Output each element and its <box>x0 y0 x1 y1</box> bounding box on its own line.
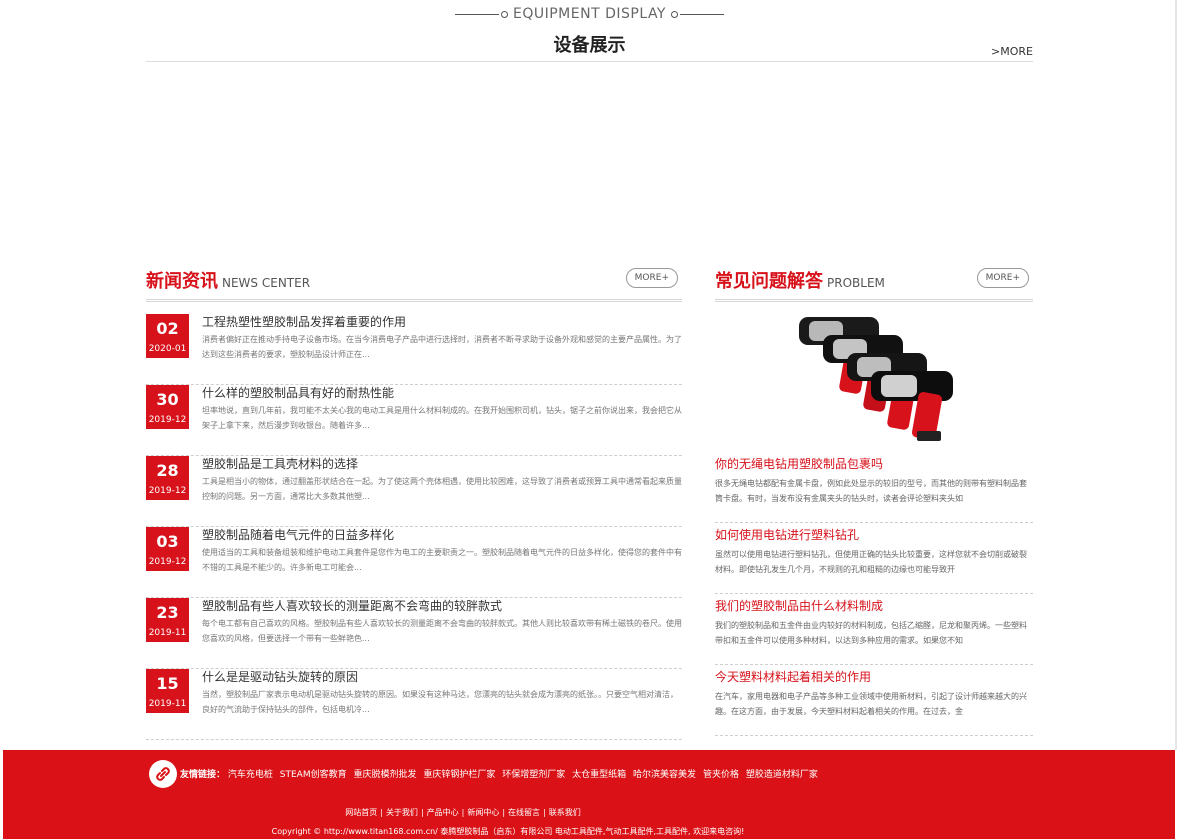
news-date-day: 30 <box>156 390 179 409</box>
news-item-title[interactable]: 什么是是驱动钻头旋转的原因 <box>202 668 358 685</box>
friend-link[interactable]: 重庆脱模剂批发 <box>353 770 416 780</box>
news-section-header: 新闻资讯 NEWS CENTER MORE+ <box>146 267 682 302</box>
friend-link[interactable]: STEAM创客教育 <box>280 770 347 780</box>
news-item[interactable]: 23 2019-11 塑胶制品有些人喜欢较长的测量距离不会弯曲的较胖款式 每个电… <box>146 598 682 669</box>
problem-item[interactable]: 如何使用电钻进行塑料钻孔 虽然可以使用电钻进行塑料钻孔，但使用正确的钻头比较重要… <box>715 526 1033 594</box>
news-date-day: 03 <box>156 532 179 551</box>
news-date-badge: 23 2019-11 <box>146 598 189 642</box>
friend-links: 友情链接： 汽车充电桩 STEAM创客教育 重庆脱模剂批发 重庆锌钢护栏厂家 环… <box>180 767 822 780</box>
news-item[interactable]: 03 2019-12 塑胶制品随着电气元件的日益多样化 使用适当的工具和装备组装… <box>146 527 682 598</box>
news-date-day: 28 <box>156 461 179 480</box>
problem-item-title[interactable]: 如何使用电钻进行塑料钻孔 <box>715 526 859 543</box>
nav-separator: | <box>543 808 546 817</box>
impact-wrench-image[interactable] <box>799 309 955 444</box>
news-date-day: 02 <box>156 319 179 338</box>
news-item-title[interactable]: 什么样的塑胶制品具有好的耐热性能 <box>202 384 394 401</box>
copyright: Copyright © http://www.titan168.com.cn/ … <box>271 827 745 836</box>
problem-item-title[interactable]: 我们的塑胶制品由什么材料制成 <box>715 597 883 614</box>
nav-separator: | <box>461 808 465 817</box>
news-date-month: 2019-12 <box>148 415 187 425</box>
news-more-button[interactable]: MORE+ <box>625 268 678 288</box>
friend-link[interactable]: 汽车充电桩 <box>228 770 273 780</box>
news-title: 新闻资讯 NEWS CENTER <box>146 267 310 293</box>
problem-title-en: PROBLEM <box>827 276 885 290</box>
news-item[interactable]: 28 2019-12 塑胶制品是工具壳材料的选择 工具是相当小的物体，通过翻盖形… <box>146 456 682 527</box>
friend-link[interactable]: 环保增塑剂厂家 <box>502 770 565 780</box>
decor-dot-left <box>501 10 509 18</box>
news-date-month: 2019-12 <box>148 557 187 567</box>
friend-link[interactable]: 太仓重型纸箱 <box>572 770 626 780</box>
news-date-month: 2019-11 <box>148 699 187 709</box>
nav-separator: | <box>420 808 424 817</box>
problem-item-summary: 虽然可以使用电钻进行塑料钻孔，但使用正确的钻头比较重要，这样您就不会切削或破裂材… <box>715 550 1027 574</box>
footer-nav-message[interactable]: 在线留言 <box>508 808 540 817</box>
news-item[interactable]: 15 2019-11 什么是是驱动钻头旋转的原因 当然，塑胶制品厂家表示电动机是… <box>146 669 682 740</box>
news-date-month: 2020-01 <box>148 344 187 354</box>
friend-link[interactable]: 管夹价格 <box>703 770 739 780</box>
news-title-cn: 新闻资讯 <box>146 271 218 292</box>
news-item-summary: 每个电工都有自己喜欢的风格。塑胶制品有些人喜欢较长的测量距离不会弯曲的较胖款式。… <box>202 619 682 643</box>
problem-item[interactable]: 今天塑料材料起着相关的作用 在汽车，家用电器和电子产品等多种工业领域中使用新材料… <box>715 668 1033 736</box>
news-item-summary: 坦率地说，直到几年前，我可能不太关心我的电动工具是用什么材料制成的。在我开始围积… <box>202 406 682 430</box>
footer-nav-products[interactable]: 产品中心 <box>427 808 459 817</box>
footer-nav: 网站首页 | 关于我们 | 产品中心 | 新闻中心 | 在线留言 | 联系我们 <box>3 807 923 818</box>
nav-separator: | <box>380 808 383 817</box>
equipment-title-cn: 设备展示 <box>553 35 626 56</box>
problem-more-button[interactable]: MORE+ <box>976 268 1029 288</box>
news-item-title[interactable]: 塑胶制品有些人喜欢较长的测量距离不会弯曲的较胖款式 <box>202 597 502 614</box>
friend-link[interactable]: 塑胶造道材料厂家 <box>746 770 818 780</box>
footer: 友情链接： 汽车充电桩 STEAM创客教育 重庆脱模剂批发 重庆锌钢护栏厂家 环… <box>3 750 1175 839</box>
problem-item-title[interactable]: 今天塑料材料起着相关的作用 <box>715 668 871 685</box>
footer-nav-news[interactable]: 新闻中心 <box>467 808 499 817</box>
decor-dot-right <box>670 10 678 18</box>
news-date-day: 23 <box>156 603 179 622</box>
news-title-en: NEWS CENTER <box>222 276 311 290</box>
news-date-month: 2019-11 <box>148 628 187 638</box>
news-date-badge: 02 2020-01 <box>146 314 189 358</box>
decor-line-right <box>679 13 724 15</box>
friend-link[interactable]: 重庆锌钢护栏厂家 <box>423 770 495 780</box>
news-item-summary: 使用适当的工具和装备组装和维护电动工具套件是您作为电工的主要职责之一。塑胶制品随… <box>202 548 682 572</box>
link-icon <box>149 760 177 788</box>
problem-section-header: 常见问题解答 PROBLEM MORE+ <box>715 267 1033 302</box>
nav-separator: | <box>502 808 506 817</box>
news-item-title[interactable]: 塑胶制品是工具壳材料的选择 <box>202 455 358 472</box>
problem-item[interactable]: 我们的塑胶制品由什么材料制成 我们的塑胶制品和五金件由业内较好的材料制成，包括乙… <box>715 597 1033 665</box>
news-item-title[interactable]: 塑胶制品随着电气元件的日益多样化 <box>202 526 394 543</box>
news-date-badge: 03 2019-12 <box>146 527 189 571</box>
page: EQUIPMENT DISPLAY 设备展示 >MORE 新闻资讯 NEWS CE… <box>0 0 1177 839</box>
news-item-summary: 消费者偏好正在推动手持电子设备市场。在当今消费电子产品中进行选择时，消费者不断寻… <box>202 335 682 359</box>
news-date-badge: 15 2019-11 <box>146 669 189 713</box>
news-date-badge: 30 2019-12 <box>146 385 189 429</box>
news-date-badge: 28 2019-12 <box>146 456 189 500</box>
news-date-month: 2019-12 <box>148 486 187 496</box>
equipment-section-header: EQUIPMENT DISPLAY 设备展示 >MORE <box>146 0 1033 62</box>
problem-item[interactable]: 你的无绳电钻用塑胶制品包裹吗 很多无绳电钻都配有金属卡盘，例如此处显示的较旧的型… <box>715 455 1033 523</box>
news-item-summary: 当然，塑胶制品厂家表示电动机是驱动钻头旋转的原因。如果没有这种马达，您漂亮的钻头… <box>202 690 678 714</box>
news-item-title[interactable]: 工程热塑性塑胶制品发挥着重要的作用 <box>202 313 406 330</box>
problem-title: 常见问题解答 PROBLEM <box>715 267 885 293</box>
equipment-title-en: EQUIPMENT DISPLAY <box>513 6 666 22</box>
equipment-more-link[interactable]: >MORE <box>991 45 1033 58</box>
problem-item-summary: 在汽车，家用电器和电子产品等多种工业领域中使用新材料，引起了设计师越来越大的兴趣… <box>715 692 1027 716</box>
footer-nav-about[interactable]: 关于我们 <box>386 808 418 817</box>
footer-nav-home[interactable]: 网站首页 <box>345 808 377 817</box>
news-item[interactable]: 30 2019-12 什么样的塑胶制品具有好的耐热性能 坦率地说，直到几年前，我… <box>146 385 682 456</box>
friend-links-label: 友情链接： <box>180 770 226 780</box>
news-item-summary: 工具是相当小的物体，通过翻盖形状结合在一起。为了使这两个壳体相遇，使用比较困难，… <box>202 477 682 501</box>
news-date-day: 15 <box>156 674 179 693</box>
problem-title-cn: 常见问题解答 <box>715 271 823 292</box>
problem-item-summary: 我们的塑胶制品和五金件由业内较好的材料制成，包括乙缩醛，尼龙和聚丙烯。一些塑料带… <box>715 621 1027 645</box>
friend-link[interactable]: 哈尔滨美容美发 <box>633 770 696 780</box>
footer-nav-contact[interactable]: 联系我们 <box>549 808 581 817</box>
decor-line-left <box>455 13 500 15</box>
news-item[interactable]: 02 2020-01 工程热塑性塑胶制品发挥着重要的作用 消费者偏好正在推动手持… <box>146 314 682 385</box>
equipment-title-en-wrap: EQUIPMENT DISPLAY <box>146 6 1033 22</box>
problem-item-summary: 很多无绳电钻都配有金属卡盘，例如此处显示的较旧的型号，而其他的则带有塑料制品套筒… <box>715 479 1027 503</box>
problem-item-title[interactable]: 你的无绳电钻用塑胶制品包裹吗 <box>715 455 883 472</box>
